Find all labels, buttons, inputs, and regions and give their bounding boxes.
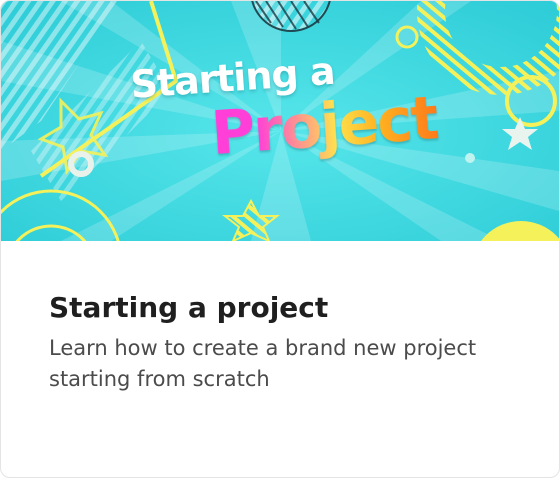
- hero-image: Starting a Project: [1, 1, 559, 241]
- card-title[interactable]: Starting a project: [49, 289, 511, 327]
- card-body: Starting a project Learn how to create a…: [1, 289, 559, 395]
- card-description: Learn how to create a brand new project …: [49, 336, 477, 391]
- tutorial-card[interactable]: Starting a Project Starting a project Le…: [0, 0, 560, 478]
